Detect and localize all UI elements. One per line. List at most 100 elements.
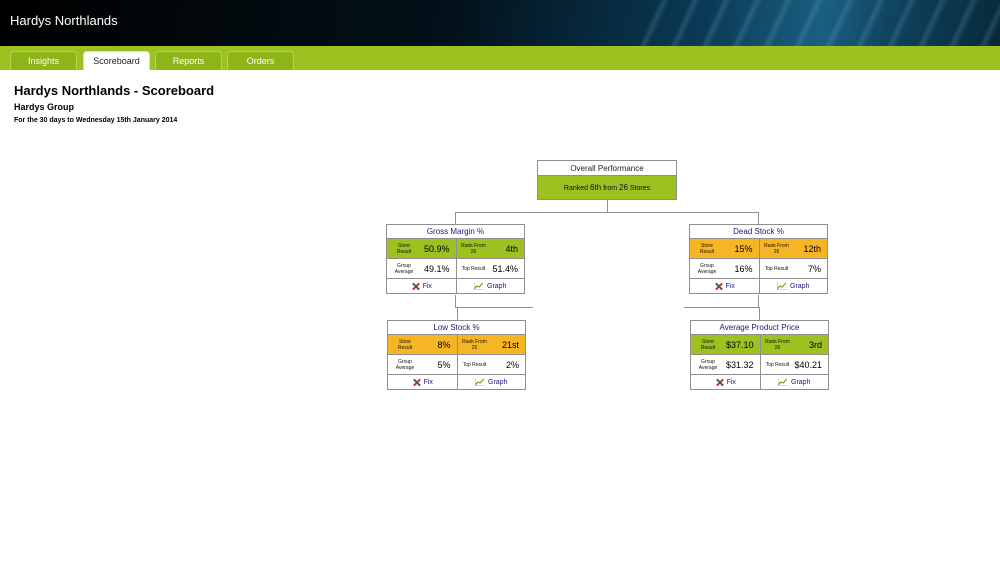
graph-button[interactable]: Graph [759, 375, 829, 389]
store-result-label: Store Result [699, 242, 715, 255]
rank-value: 3rd [808, 339, 822, 350]
rank-cell: Rank From 25 21st [456, 335, 525, 354]
kpi-title[interactable]: Dead Stock % [690, 225, 827, 239]
store-result-cell: Store Result 8% [388, 335, 457, 354]
page-title: Hardys Northlands - Scoreboard [14, 83, 215, 98]
tab-reports[interactable]: Reports [155, 51, 222, 70]
store-result-value: 50.9% [423, 243, 450, 254]
overall-performance-rank: Ranked 6th from 26 Stores [538, 176, 676, 199]
tools-icon [411, 282, 420, 291]
group-average-cell: Group Average $31.32 [691, 355, 760, 374]
overall-rank: 6th [589, 183, 602, 192]
kpi-title[interactable]: Low Stock % [388, 321, 525, 335]
connector [684, 307, 759, 308]
rank-label: Rank From 26 [764, 242, 789, 255]
fix-button[interactable]: Fix [690, 279, 759, 293]
graph-label: Graph [487, 282, 507, 290]
group-average-label: Group Average [394, 262, 414, 275]
store-result-value: $37.10 [725, 339, 754, 350]
top-result-value: 2% [505, 359, 519, 370]
fix-label: Fix [423, 378, 433, 386]
top-result-label: Top Result [764, 265, 789, 272]
store-result-cell: Store Result 15% [690, 239, 759, 258]
store-result-value: 8% [437, 339, 451, 350]
report-period: For the 30 days to Wednesday 15th Januar… [14, 117, 178, 124]
kpi-title[interactable]: Average Product Price [691, 321, 828, 335]
rank-label: Rank From 26 [765, 338, 790, 351]
kpi-card-low-stock: Low Stock % Store Result 8% Rank From 25… [387, 320, 526, 390]
tab-scoreboard[interactable]: Scoreboard [83, 51, 150, 70]
graph-button[interactable]: Graph [758, 279, 828, 293]
group-average-label: Group Average [698, 358, 718, 371]
connector [455, 212, 456, 224]
store-result-value: 15% [734, 243, 753, 254]
graph-label: Graph [791, 378, 811, 386]
rank-value: 21st [501, 339, 519, 350]
store-result-cell: Store Result $37.10 [691, 335, 760, 354]
fix-label: Fix [726, 378, 736, 386]
header-decoration [640, 0, 1000, 46]
connector [758, 212, 759, 224]
top-result-value: $40.21 [794, 359, 822, 370]
group-name: Hardys Group [14, 102, 75, 112]
connector [457, 307, 458, 320]
tab-orders[interactable]: Orders [227, 51, 294, 70]
fix-button[interactable]: Fix [388, 375, 457, 389]
rank-cell: Rank From 26 12th [758, 239, 827, 258]
rank-cell: Rank From 26 4th [455, 239, 524, 258]
group-average-value: 16% [734, 263, 753, 274]
fix-label: Fix [725, 282, 735, 290]
rank-cell: Rank From 26 3rd [759, 335, 828, 354]
graph-label: Graph [488, 378, 508, 386]
group-average-value: 5% [437, 359, 451, 370]
connector [455, 295, 456, 307]
top-result-cell: Top Result 7% [758, 259, 828, 278]
overall-total: 26 [619, 183, 628, 192]
store-result-cell: Store Result 50.9% [387, 239, 456, 258]
top-result-cell: Top Result 2% [456, 355, 526, 374]
tab-bar: Insights Scoreboard Reports Orders [0, 46, 1000, 70]
group-average-cell: Group Average 16% [690, 259, 759, 278]
kpi-card-gross-margin: Gross Margin % Store Result 50.9% Rank F… [386, 224, 525, 294]
store-result-label: Store Result [397, 338, 413, 351]
line-graph-icon [777, 282, 788, 290]
line-graph-icon [778, 378, 789, 386]
app-header: Hardys Northlands [0, 0, 1000, 46]
rank-value: 12th [803, 243, 821, 254]
line-graph-icon [474, 282, 485, 290]
graph-label: Graph [790, 282, 810, 290]
from-label: from [603, 185, 618, 192]
fix-button[interactable]: Fix [691, 375, 760, 389]
tools-icon [714, 282, 723, 291]
rank-value: 4th [505, 243, 518, 254]
top-result-value: 51.4% [492, 263, 518, 274]
fix-button[interactable]: Fix [387, 279, 456, 293]
rank-label: Rank From 25 [462, 338, 487, 351]
top-result-value: 7% [807, 263, 821, 274]
connector [759, 307, 760, 320]
kpi-title[interactable]: Gross Margin % [387, 225, 524, 239]
line-graph-icon [475, 378, 486, 386]
overall-performance-title: Overall Performance [538, 161, 676, 176]
tab-insights[interactable]: Insights [10, 51, 77, 70]
top-result-cell: Top Result $40.21 [759, 355, 829, 374]
stores-label: Stores [629, 185, 651, 192]
connector [758, 295, 759, 307]
graph-button[interactable]: Graph [456, 375, 526, 389]
top-result-label: Top Result [765, 361, 790, 368]
top-result-label: Top Result [462, 361, 487, 368]
rank-label: Rank From 26 [461, 242, 486, 255]
group-average-label: Group Average [395, 358, 415, 371]
graph-button[interactable]: Graph [455, 279, 525, 293]
group-average-value: 49.1% [423, 263, 450, 274]
top-result-cell: Top Result 51.4% [455, 259, 525, 278]
ranked-prefix: Ranked [563, 185, 589, 192]
tools-icon [715, 378, 724, 387]
group-average-cell: Group Average 49.1% [387, 259, 456, 278]
app-title: Hardys Northlands [10, 13, 118, 28]
group-average-cell: Group Average 5% [388, 355, 457, 374]
group-average-label: Group Average [697, 262, 717, 275]
fix-label: Fix [422, 282, 432, 290]
overall-performance-box[interactable]: Overall Performance Ranked 6th from 26 S… [537, 160, 677, 200]
tools-icon [412, 378, 421, 387]
